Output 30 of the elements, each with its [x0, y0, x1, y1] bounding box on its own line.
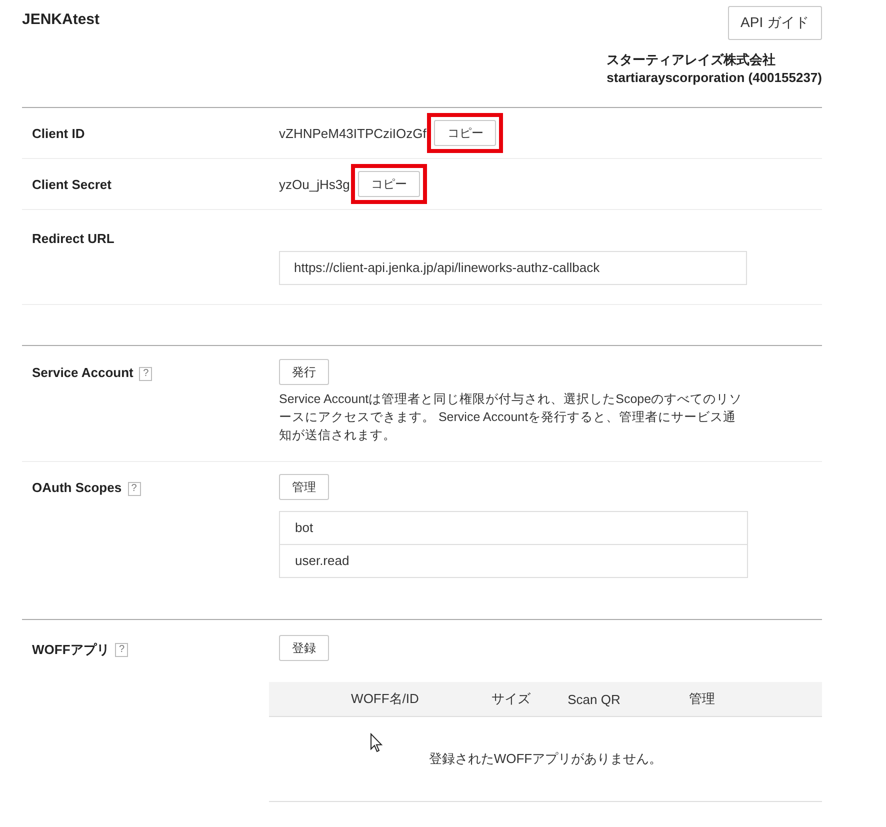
column-header: WOFF名/ID — [350, 690, 420, 708]
field-label: Service Account — [32, 365, 134, 380]
help-icon[interactable]: ? — [115, 643, 128, 657]
field-label: WOFFアプリ — [32, 641, 110, 659]
column-header: 管理 — [688, 690, 716, 708]
field-label: Client Secret — [31, 176, 112, 192]
column-header: サイズ — [490, 690, 532, 708]
empty-message: 登録されたWOFFアプリがありません。 — [428, 750, 662, 768]
register-button[interactable]: 登録 — [279, 635, 329, 661]
field-label: OAuth Scopes — [32, 480, 122, 495]
credential-value: yzOu_jHs3g — [279, 176, 350, 192]
field-label: Redirect URL — [31, 231, 116, 248]
company-name: スターティアレイズ株式会社 — [606, 51, 777, 69]
credential-value: vZHNPeM43ITPCziIOzGf — [279, 126, 426, 140]
manage-button[interactable]: 管理 — [279, 474, 329, 500]
api-guide-button[interactable]: API ガイド — [728, 6, 822, 40]
issue-button[interactable]: 発行 — [279, 359, 329, 385]
field-label: Client ID — [31, 126, 86, 140]
app-title: JENKAtest — [22, 11, 100, 30]
help-icon[interactable]: ? — [128, 482, 141, 496]
scope-item: bot — [294, 519, 314, 537]
scope-item: user.read — [280, 544, 747, 577]
mouse-cursor-icon — [370, 733, 383, 753]
help-icon[interactable]: ? — [139, 367, 152, 381]
copy-button[interactable]: コピー — [434, 120, 496, 146]
description: Service Accountは管理者と同じ権限が付与され、選択したScopeのすべてのリソースにアクセスできます。 Service Accountを発行すると、管理者にサービス通知が送信されます。 — [279, 391, 744, 444]
redirect-url-field[interactable]: https://client-api.jenka.jp/api/lineworks-authz-callback — [279, 250, 747, 284]
column-header: Scan QR — [566, 692, 622, 706]
account-name: startiarayscorporation (400155237) — [606, 69, 822, 87]
copy-button[interactable]: コピー — [358, 171, 420, 197]
